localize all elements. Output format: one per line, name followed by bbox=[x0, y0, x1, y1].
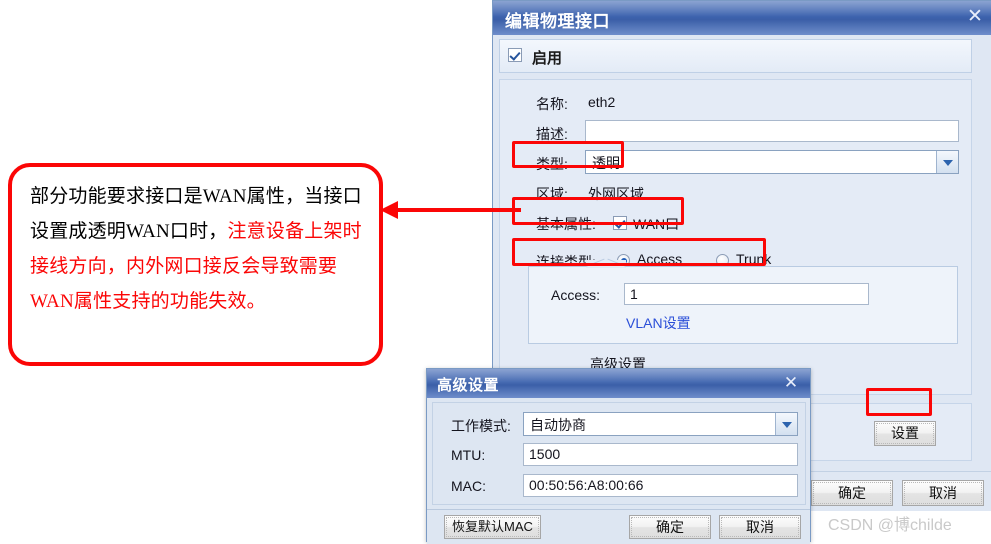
annotation-text: 部分功能要求接口是WAN属性，当接口设置成透明WAN口时，注意设备上架时接线方向… bbox=[30, 179, 365, 319]
chevron-down-icon[interactable] bbox=[936, 151, 958, 173]
type-value: 透明 bbox=[592, 155, 620, 171]
adv-cancel-button[interactable]: 取消 bbox=[719, 515, 801, 539]
adv-dialog-title: 高级设置 bbox=[437, 377, 500, 394]
advanced-settings-dialog: 高级设置 ✕ 工作模式: 自动协商 MTU: 1500 MAC: 00:50:5… bbox=[426, 368, 811, 544]
mac-label: MAC: bbox=[451, 478, 486, 494]
basic-attribute-label: 基本属性: bbox=[536, 216, 596, 232]
type-combobox[interactable]: 透明 bbox=[585, 150, 959, 174]
close-icon[interactable]: ✕ bbox=[964, 7, 986, 29]
annotation-callout: 部分功能要求接口是WAN属性，当接口设置成透明WAN口时，注意设备上架时接线方向… bbox=[8, 163, 383, 366]
vlan-settings-link[interactable]: VLAN设置 bbox=[626, 313, 691, 333]
radio-access-label: Access bbox=[637, 251, 683, 267]
annotation-arrow-icon bbox=[380, 201, 521, 219]
description-label: 描述: bbox=[536, 126, 568, 142]
access-groupbox: Access: 1 VLAN设置 bbox=[528, 260, 958, 344]
mac-input[interactable]: 00:50:56:A8:00:66 bbox=[523, 474, 798, 497]
adv-close-icon[interactable]: ✕ bbox=[780, 373, 802, 395]
wan-label: WAN口 bbox=[633, 216, 680, 232]
adv-ok-button[interactable]: 确定 bbox=[629, 515, 711, 539]
name-label: 名称: bbox=[536, 96, 568, 112]
workmode-label: 工作模式: bbox=[451, 418, 511, 434]
zone-value: 外网区域 bbox=[588, 186, 644, 202]
description-input[interactable] bbox=[585, 120, 959, 142]
zone-label: 区域: bbox=[536, 186, 568, 202]
mtu-input[interactable]: 1500 bbox=[523, 443, 798, 466]
adv-dialog-body: 工作模式: 自动协商 MTU: 1500 MAC: 00:50:56:A8:00… bbox=[427, 398, 810, 544]
name-value: eth2 bbox=[588, 94, 616, 110]
wan-checkbox[interactable] bbox=[613, 216, 627, 235]
adv-dialog-footer: 恢复默认MAC 确定 取消 bbox=[427, 509, 810, 544]
adv-field-area: 工作模式: 自动协商 MTU: 1500 MAC: 00:50:56:A8:00… bbox=[432, 402, 806, 505]
type-label: 类型: bbox=[536, 156, 568, 172]
adv-chevron-down-icon[interactable] bbox=[775, 413, 797, 435]
enable-checkbox[interactable] bbox=[508, 48, 522, 67]
enable-row: 启用 bbox=[499, 39, 972, 73]
workmode-combobox[interactable]: 自动协商 bbox=[523, 412, 798, 436]
access-vlan-input[interactable]: 1 bbox=[624, 283, 869, 305]
main-dialog-title: 编辑物理接口 bbox=[505, 12, 610, 31]
csdn-watermark: CSDN @博childe bbox=[828, 517, 952, 534]
interface-form-panel: 名称: eth2 描述: 类型: 透明 区域: 外网区域 基本属性: WAN口 … bbox=[499, 79, 972, 395]
mtu-label: MTU: bbox=[451, 447, 486, 463]
enable-label: 启用 bbox=[532, 50, 563, 67]
access-label: Access: bbox=[551, 287, 601, 303]
adv-dialog-titlebar: 高级设置 ✕ bbox=[427, 369, 810, 399]
restore-default-mac-button[interactable]: 恢复默认MAC bbox=[444, 515, 541, 539]
groupbox-notch bbox=[586, 260, 626, 268]
cancel-button[interactable]: 取消 bbox=[902, 480, 984, 506]
main-dialog-titlebar: 编辑物理接口 ✕ bbox=[493, 1, 991, 36]
settings-button[interactable]: 设置 bbox=[874, 421, 936, 446]
ok-button[interactable]: 确定 bbox=[811, 480, 893, 506]
workmode-value: 自动协商 bbox=[530, 417, 586, 433]
radio-trunk-label: Trunk bbox=[736, 251, 772, 267]
